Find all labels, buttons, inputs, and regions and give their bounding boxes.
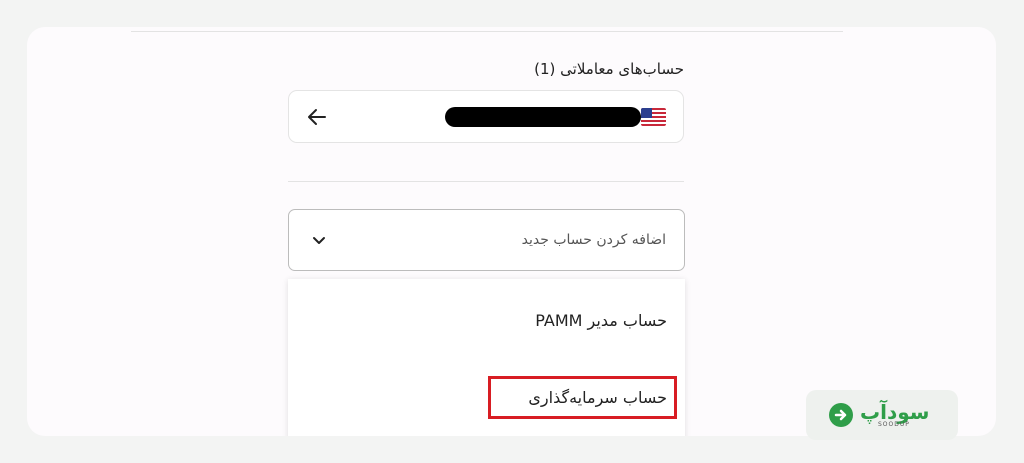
redacted-account-number [445, 107, 641, 127]
soodup-logo-icon [829, 403, 853, 427]
section-divider [288, 181, 684, 182]
chevron-down-icon[interactable] [309, 231, 329, 251]
menu-item-investment-account[interactable]: حساب سرمایه‌گذاری [528, 386, 667, 410]
account-type-dropdown: حساب مدیر PAMM حساب سرمایه‌گذاری [288, 279, 685, 436]
trading-account-card[interactable] [288, 90, 684, 143]
add-account-select-label: اضافه کردن حساب جدید [521, 232, 666, 248]
brand-logo: سودآپ SOODUP [806, 390, 958, 440]
us-flag-icon [641, 108, 666, 126]
arrow-left-icon[interactable] [305, 105, 329, 129]
top-divider [131, 31, 843, 32]
section-title: حساب‌های معاملاتی (1) [534, 60, 684, 78]
page-card: حساب‌های معاملاتی (1) اضافه کردن حساب جد… [27, 27, 996, 436]
add-account-select[interactable]: اضافه کردن حساب جدید [288, 209, 685, 271]
menu-item-pamm-manager[interactable]: حساب مدیر PAMM [535, 309, 667, 333]
logo-subtext: SOODUP [878, 421, 910, 428]
